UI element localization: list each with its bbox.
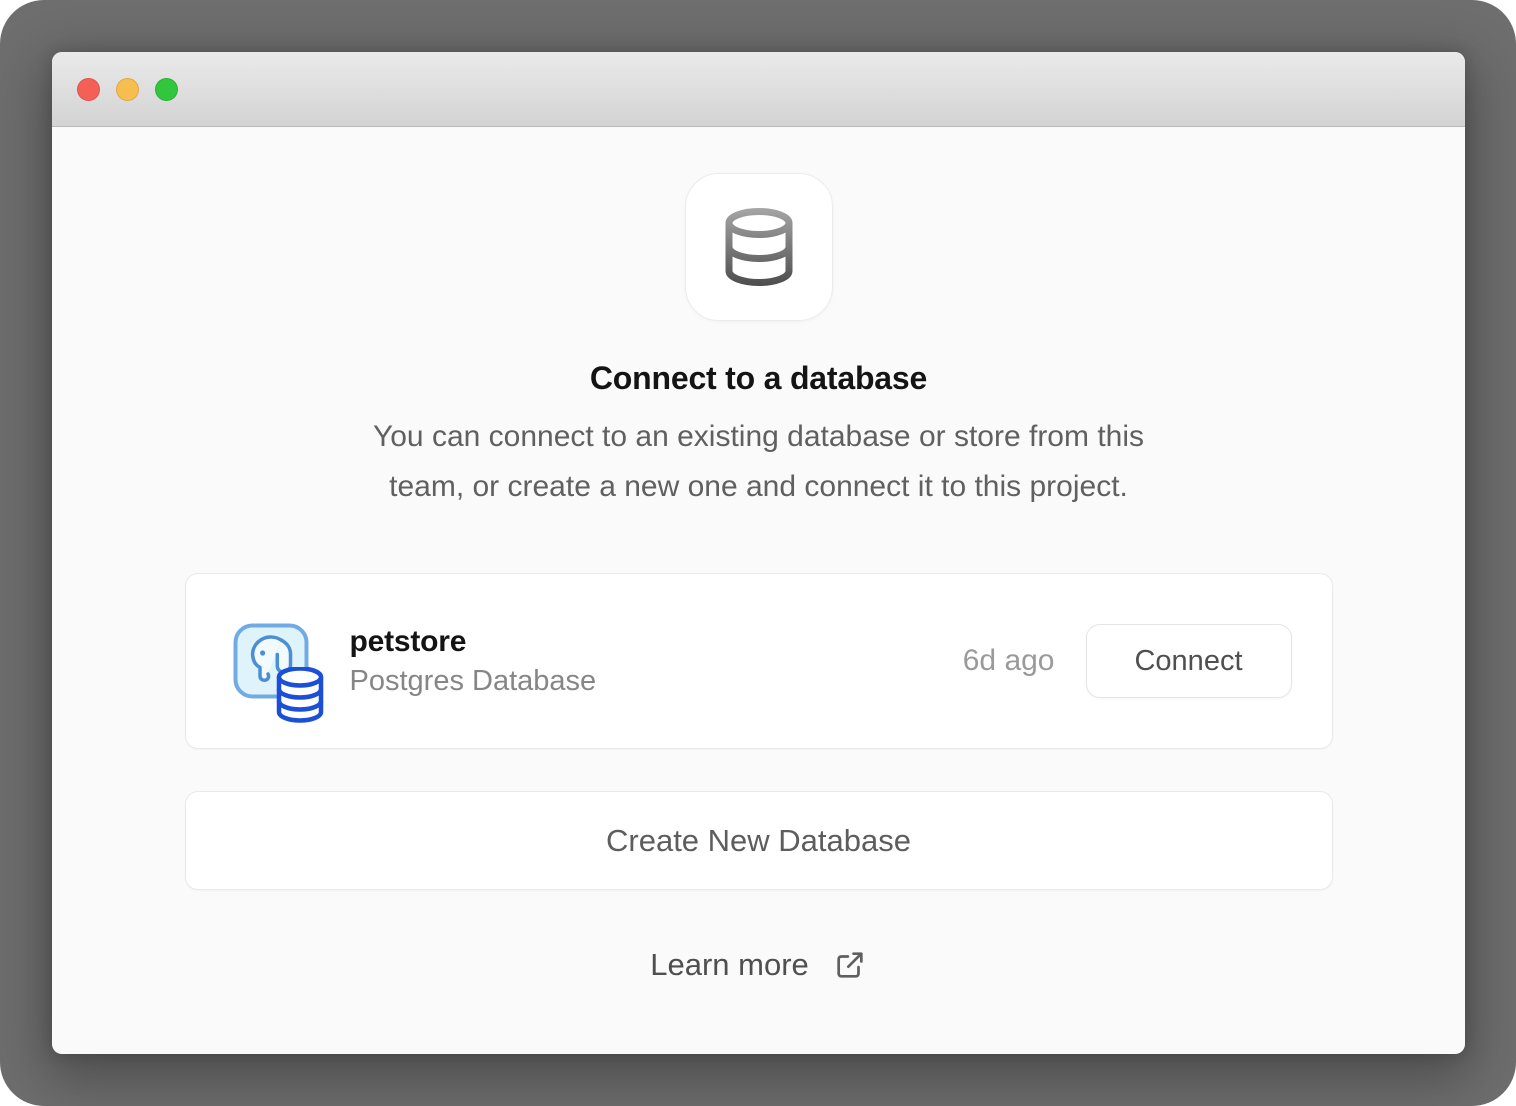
dialog-title: Connect to a database bbox=[590, 357, 927, 399]
database-hero-card bbox=[685, 173, 833, 321]
postgres-elephant-icon bbox=[233, 623, 309, 699]
learn-more-link[interactable]: Learn more bbox=[650, 947, 867, 983]
connect-button[interactable]: Connect bbox=[1086, 624, 1292, 698]
traffic-lights bbox=[77, 78, 178, 101]
window-titlebar[interactable] bbox=[52, 52, 1465, 127]
dialog-description-line-1: You can connect to an existing database … bbox=[373, 412, 1144, 462]
dialog-content: Connect to a database You can connect to… bbox=[52, 127, 1465, 1054]
database-icon bbox=[721, 208, 797, 286]
database-last-updated: 6d ago bbox=[963, 644, 1055, 678]
minimize-window-button[interactable] bbox=[116, 78, 139, 101]
desktop-background: Connect to a database You can connect to… bbox=[0, 0, 1516, 1106]
close-window-button[interactable] bbox=[77, 78, 100, 101]
dialog-description-line-2: team, or create a new one and connect it… bbox=[373, 462, 1144, 512]
database-info: petstore Postgres Database bbox=[350, 626, 597, 697]
database-type: Postgres Database bbox=[350, 665, 597, 697]
postgres-database-cylinder-icon bbox=[275, 667, 325, 725]
dialog-description: You can connect to an existing database … bbox=[373, 412, 1144, 512]
dialog-window: Connect to a database You can connect to… bbox=[52, 52, 1465, 1054]
create-new-database-button[interactable]: Create New Database bbox=[185, 791, 1333, 890]
zoom-window-button[interactable] bbox=[155, 78, 178, 101]
external-link-icon bbox=[833, 948, 867, 982]
learn-more-label: Learn more bbox=[650, 947, 809, 983]
database-name: petstore bbox=[350, 626, 597, 658]
database-list-item: petstore Postgres Database 6d ago Connec… bbox=[185, 573, 1333, 749]
